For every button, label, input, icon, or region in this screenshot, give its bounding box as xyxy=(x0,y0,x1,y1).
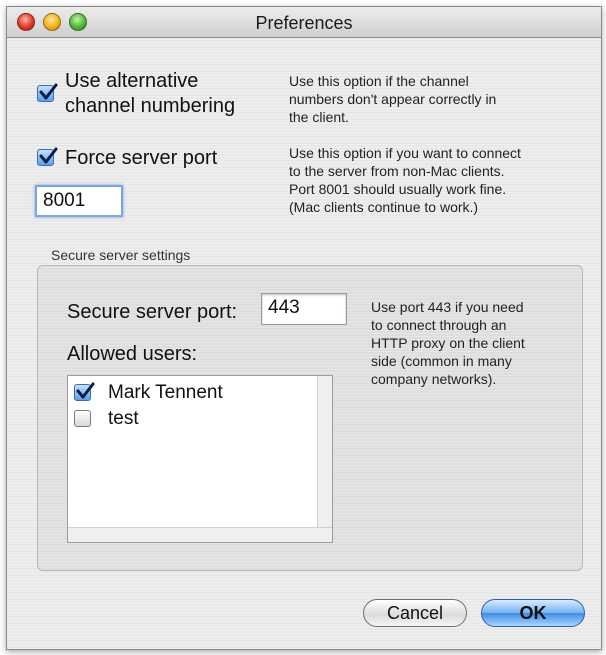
list-horizontal-scrollbar[interactable] xyxy=(68,527,332,542)
list-item[interactable]: Mark Tennent xyxy=(68,380,318,406)
secure-port-field[interactable]: 443 xyxy=(261,293,347,325)
force-port-help-line2: to the server from non-Mac clients. xyxy=(289,163,505,179)
allowed-users-label: Allowed users: xyxy=(67,343,198,365)
force-port-help-line1: Use this option if you want to connect xyxy=(289,145,521,161)
force-port-checkbox[interactable] xyxy=(37,147,58,166)
alt-numbering-label-line1: Use alternative xyxy=(65,70,199,92)
checkmark-icon xyxy=(76,382,95,399)
secure-port-label: Secure server port: xyxy=(67,301,238,323)
preferences-window: Preferences Use alternative channel numb… xyxy=(6,6,602,650)
user-checkbox-test[interactable] xyxy=(74,410,91,427)
checkmark-icon xyxy=(39,83,58,100)
title-bar[interactable]: Preferences xyxy=(7,7,601,38)
user-checkbox-mark-tennent[interactable] xyxy=(74,382,95,401)
force-port-label: Force server port xyxy=(65,147,218,169)
checkmark-icon xyxy=(39,147,58,164)
force-port-field[interactable]: 8001 xyxy=(35,185,123,217)
force-port-help-line4: (Mac clients continue to work.) xyxy=(289,199,479,215)
secure-help-line1: Use port 443 if you need xyxy=(371,299,524,315)
secure-help-line2: to connect through an xyxy=(371,317,507,333)
alt-numbering-help-line2: numbers don't appear correctly in xyxy=(289,91,497,107)
force-port-help-line3: Port 8001 should usually work fine. xyxy=(289,181,507,197)
ok-button[interactable]: OK xyxy=(481,599,585,627)
alt-numbering-label-line2: channel numbering xyxy=(65,95,236,117)
user-name: Mark Tennent xyxy=(108,382,223,403)
alt-numbering-help-line1: Use this option if the channel xyxy=(289,73,469,89)
secure-help-line3: HTTP proxy on the client xyxy=(371,335,525,351)
alt-numbering-checkbox[interactable] xyxy=(37,83,58,102)
user-name: test xyxy=(108,408,139,429)
secure-help-line5: company networks). xyxy=(371,371,497,387)
allowed-users-list[interactable]: Mark Tennent test xyxy=(67,375,333,543)
alt-numbering-help-line3: the client. xyxy=(289,109,349,125)
secure-settings-group-title: Secure server settings xyxy=(51,247,191,263)
window-title: Preferences xyxy=(255,13,353,33)
list-vertical-scrollbar[interactable] xyxy=(317,376,332,542)
list-item[interactable]: test xyxy=(68,406,318,432)
cancel-button[interactable]: Cancel xyxy=(363,599,467,627)
secure-help-line4: side (common in many xyxy=(371,353,512,369)
